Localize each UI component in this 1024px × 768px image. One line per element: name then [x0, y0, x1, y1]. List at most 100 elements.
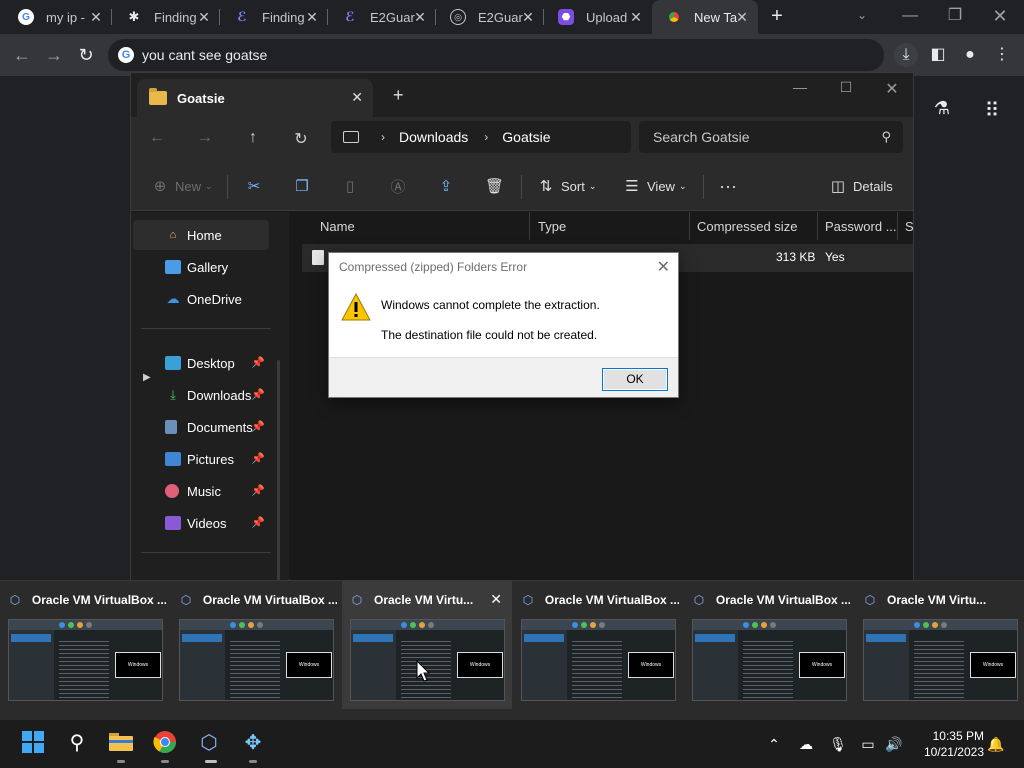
column-name[interactable]: Name — [290, 212, 530, 240]
window-thumbnail[interactable]: ⬡ Oracle VM VirtualBox ... Windows — [513, 581, 683, 709]
reload-icon[interactable]: ↻ — [74, 43, 98, 67]
browser-tab[interactable]: ℰ Finding ✕ — [220, 0, 328, 34]
new-button[interactable]: ⊕ New ⌄ — [151, 175, 213, 197]
close-tab-icon[interactable]: ✕ — [628, 9, 644, 25]
sidebar-item-onedrive[interactable]: ☁ OneDrive — [133, 284, 269, 314]
volume-icon[interactable]: 🔊 — [884, 734, 904, 754]
copy-button[interactable]: ❐ — [293, 175, 317, 197]
back-icon[interactable]: ← — [10, 43, 34, 67]
labs-flask-icon[interactable]: ⚗ — [930, 98, 954, 122]
browser-tab[interactable]: ◎ E2Guar ✕ — [436, 0, 544, 34]
download-icon[interactable]: ⤓ — [894, 43, 918, 67]
close-tab-icon[interactable]: ✕ — [88, 9, 104, 25]
clock-time[interactable]: 10:35 PM — [928, 729, 984, 743]
share-button[interactable]: ⇪ — [437, 175, 461, 197]
browser-tab[interactable]: ℰ E2Guar ✕ — [328, 0, 436, 34]
ok-button[interactable]: OK — [602, 368, 668, 391]
breadcrumb-downloads[interactable]: Downloads — [399, 129, 468, 145]
divider — [703, 175, 704, 199]
chrome-toolbar: ← → ↻ G you cant see goatse ⤓ ◧ ● ⋮ — [0, 34, 1024, 76]
onedrive-icon[interactable]: ☁ — [796, 734, 816, 754]
delete-button[interactable]: 🗑 — [485, 175, 509, 197]
close-icon[interactable]: ✕ — [657, 257, 670, 277]
sidebar-item-documents[interactable]: Documents 📌 — [133, 412, 269, 442]
close-tab-icon[interactable]: ✕ — [351, 89, 363, 106]
side-panel-icon[interactable]: ◧ — [926, 43, 950, 67]
chevron-up-icon[interactable]: ⌃ — [764, 734, 784, 754]
sidebar-item-home[interactable]: ⌂ Home — [133, 220, 269, 250]
address-bar[interactable]: G you cant see goatse — [108, 39, 884, 71]
tab-search-icon[interactable]: ⌄ — [853, 8, 871, 26]
window-thumbnail[interactable]: ⬡ Oracle VM VirtualBox ... Windows — [684, 581, 854, 709]
sidebar-item-music[interactable]: Music 📌 — [133, 476, 269, 506]
details-button[interactable]: ◫ Details — [829, 175, 893, 197]
divider — [227, 175, 228, 199]
forward-icon[interactable]: → — [195, 129, 215, 149]
restore-icon[interactable]: ❐ — [935, 4, 975, 28]
new-tab-button[interactable]: + — [766, 6, 788, 28]
chevron-down-icon: ⌄ — [205, 180, 213, 191]
forward-icon[interactable]: → — [42, 43, 66, 67]
close-tab-icon[interactable]: ✕ — [520, 9, 536, 25]
close-window-icon[interactable]: ✕ — [877, 79, 907, 99]
close-icon[interactable]: ✕ — [490, 591, 502, 608]
microphone-icon[interactable]: 🎙 — [828, 734, 848, 754]
details-pane-icon: ◫ — [830, 178, 846, 195]
start-button[interactable] — [20, 730, 46, 756]
close-tab-icon[interactable]: ✕ — [304, 9, 320, 25]
column-compressed-size[interactable]: Compressed size — [690, 212, 818, 240]
network-app-icon[interactable]: ✥ — [240, 730, 266, 756]
sidebar-item-videos[interactable]: Videos 📌 — [133, 508, 269, 538]
minimize-icon[interactable]: — — [785, 79, 815, 99]
close-window-icon[interactable]: ✕ — [980, 4, 1020, 28]
up-icon[interactable]: ↑ — [243, 129, 263, 149]
apps-grid-icon[interactable]: ⠿ — [979, 98, 1003, 122]
breadcrumb[interactable]: › Downloads › Goatsie — [331, 121, 631, 153]
window-thumbnail[interactable]: ⬡ Oracle VM Virtu... Windows — [855, 581, 1024, 709]
maximize-icon[interactable]: ☐ — [831, 79, 861, 99]
close-tab-icon[interactable]: ✕ — [196, 9, 212, 25]
notification-bell-icon[interactable]: 🔔 — [986, 734, 1006, 754]
sort-button[interactable]: ⇅ Sort ⌄ — [537, 175, 597, 197]
rename-button[interactable]: Ⓐ — [389, 175, 413, 197]
window-thumbnail[interactable]: ⬡ Oracle VM VirtualBox ... Windows — [0, 581, 170, 709]
menu-icon[interactable]: ⋮ — [990, 43, 1014, 67]
clock-date[interactable]: 10/21/2023 — [918, 745, 984, 759]
github-icon: ✱ — [128, 9, 140, 24]
search-icon[interactable]: ⚲ — [64, 730, 90, 756]
browser-tab-active[interactable]: New Ta ✕ — [652, 0, 758, 34]
close-tab-icon[interactable]: ✕ — [734, 9, 750, 25]
browser-tab[interactable]: ⬣ Upload ✕ — [544, 0, 652, 34]
paste-button[interactable]: ▯ — [341, 175, 365, 197]
close-tab-icon[interactable]: ✕ — [412, 9, 428, 25]
sidebar-item-pictures[interactable]: Pictures 📌 — [133, 444, 269, 474]
file-explorer-taskbar-icon[interactable] — [108, 730, 134, 756]
window-thumbnail-hovered[interactable]: ⬡ Oracle VM Virtu... ✕ Windows — [342, 581, 512, 709]
browser-tab[interactable]: G my ip - ✕ — [4, 0, 112, 34]
virtualbox-taskbar-icon[interactable]: ⬡ — [196, 730, 222, 756]
refresh-icon[interactable]: ↻ — [291, 129, 311, 149]
thumbnail-title: Oracle VM Virtu... — [374, 593, 474, 607]
new-tab-button[interactable]: + — [393, 85, 404, 106]
address-bar-text[interactable]: you cant see goatse — [142, 47, 267, 63]
browser-tab[interactable]: ✱ Finding ✕ — [112, 0, 220, 34]
chrome-taskbar-icon[interactable] — [152, 730, 178, 756]
column-size[interactable]: Si — [898, 212, 913, 240]
sidebar-item-desktop[interactable]: Desktop 📌 — [133, 348, 269, 378]
network-icon[interactable]: ▭ — [858, 734, 878, 754]
profile-icon[interactable]: ● — [958, 43, 982, 67]
column-password[interactable]: Password ... — [818, 212, 898, 240]
more-options-icon[interactable]: ··· — [719, 175, 737, 197]
sidebar-item-downloads[interactable]: ⤓ Downloads 📌 — [133, 380, 269, 410]
column-type[interactable]: Type — [530, 212, 690, 240]
back-icon[interactable]: ← — [147, 129, 167, 149]
view-button[interactable]: ☰ View ⌄ — [623, 175, 686, 197]
minimize-icon[interactable]: — — [890, 4, 930, 28]
window-thumbnail[interactable]: ⬡ Oracle VM VirtualBox ... Windows — [171, 581, 341, 709]
new-label: New — [175, 178, 202, 194]
search-input[interactable]: Search Goatsie ⚲ — [639, 121, 903, 153]
explorer-tab[interactable]: Goatsie ✕ — [137, 79, 373, 117]
cut-button[interactable]: ✂ — [245, 175, 269, 197]
sidebar-item-gallery[interactable]: Gallery — [133, 252, 269, 282]
breadcrumb-goatsie[interactable]: Goatsie — [502, 129, 550, 145]
